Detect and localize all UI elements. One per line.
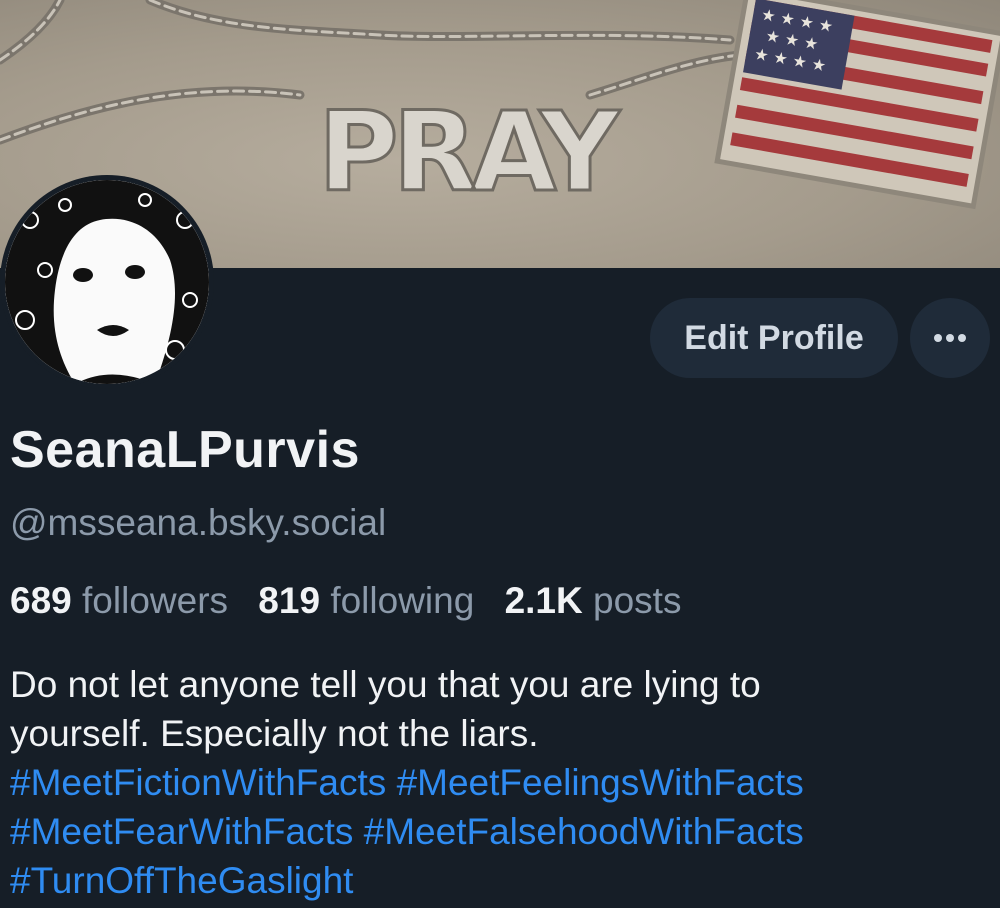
following-label: following xyxy=(330,580,475,621)
avatar[interactable] xyxy=(0,175,214,389)
hashtag-link[interactable]: #MeetFearWithFacts xyxy=(10,811,353,852)
following-count: 819 xyxy=(258,580,321,621)
display-name: SeanaLPurvis xyxy=(10,421,360,479)
hashtag-link[interactable]: #TurnOffTheGaslight xyxy=(10,860,353,901)
followers-stat[interactable]: 689 followers xyxy=(10,580,228,621)
followers-count: 689 xyxy=(10,580,72,621)
bio-hashtag-line: #MeetFictionWithFacts #MeetFeelingsWithF… xyxy=(10,758,995,807)
bio-line: Do not let anyone tell you that you are … xyxy=(10,664,761,705)
posts-count: 2.1K xyxy=(504,580,583,621)
profile-stats: 689 followers 819 following 2.1K posts xyxy=(10,580,701,622)
following-stat[interactable]: 819 following xyxy=(258,580,474,621)
posts-label: posts xyxy=(593,580,682,621)
more-options-button[interactable] xyxy=(910,298,990,378)
banner-pray-text: PRAY xyxy=(318,88,621,216)
ellipsis-icon xyxy=(933,333,967,343)
bio-line: yourself. Especially not the liars. xyxy=(10,713,539,754)
profile-handle: @msseana.bsky.social xyxy=(10,502,387,543)
avatar-image xyxy=(5,180,209,384)
edit-profile-label: Edit Profile xyxy=(684,318,864,357)
hashtag-link[interactable]: #MeetFalsehoodWithFacts xyxy=(364,811,804,852)
profile-bio: Do not let anyone tell you that you are … xyxy=(10,660,995,905)
hashtag-link[interactable]: #MeetFictionWithFacts xyxy=(10,762,386,803)
bio-hashtag-line: #TurnOffTheGaslight xyxy=(10,856,995,905)
bio-hashtag-line: #MeetFearWithFacts #MeetFalsehoodWithFac… xyxy=(10,807,995,856)
hashtag-link[interactable]: #MeetFeelingsWithFacts xyxy=(397,762,804,803)
posts-stat: 2.1K posts xyxy=(505,580,682,621)
edit-profile-button[interactable]: Edit Profile xyxy=(650,298,898,378)
followers-label: followers xyxy=(82,580,229,621)
